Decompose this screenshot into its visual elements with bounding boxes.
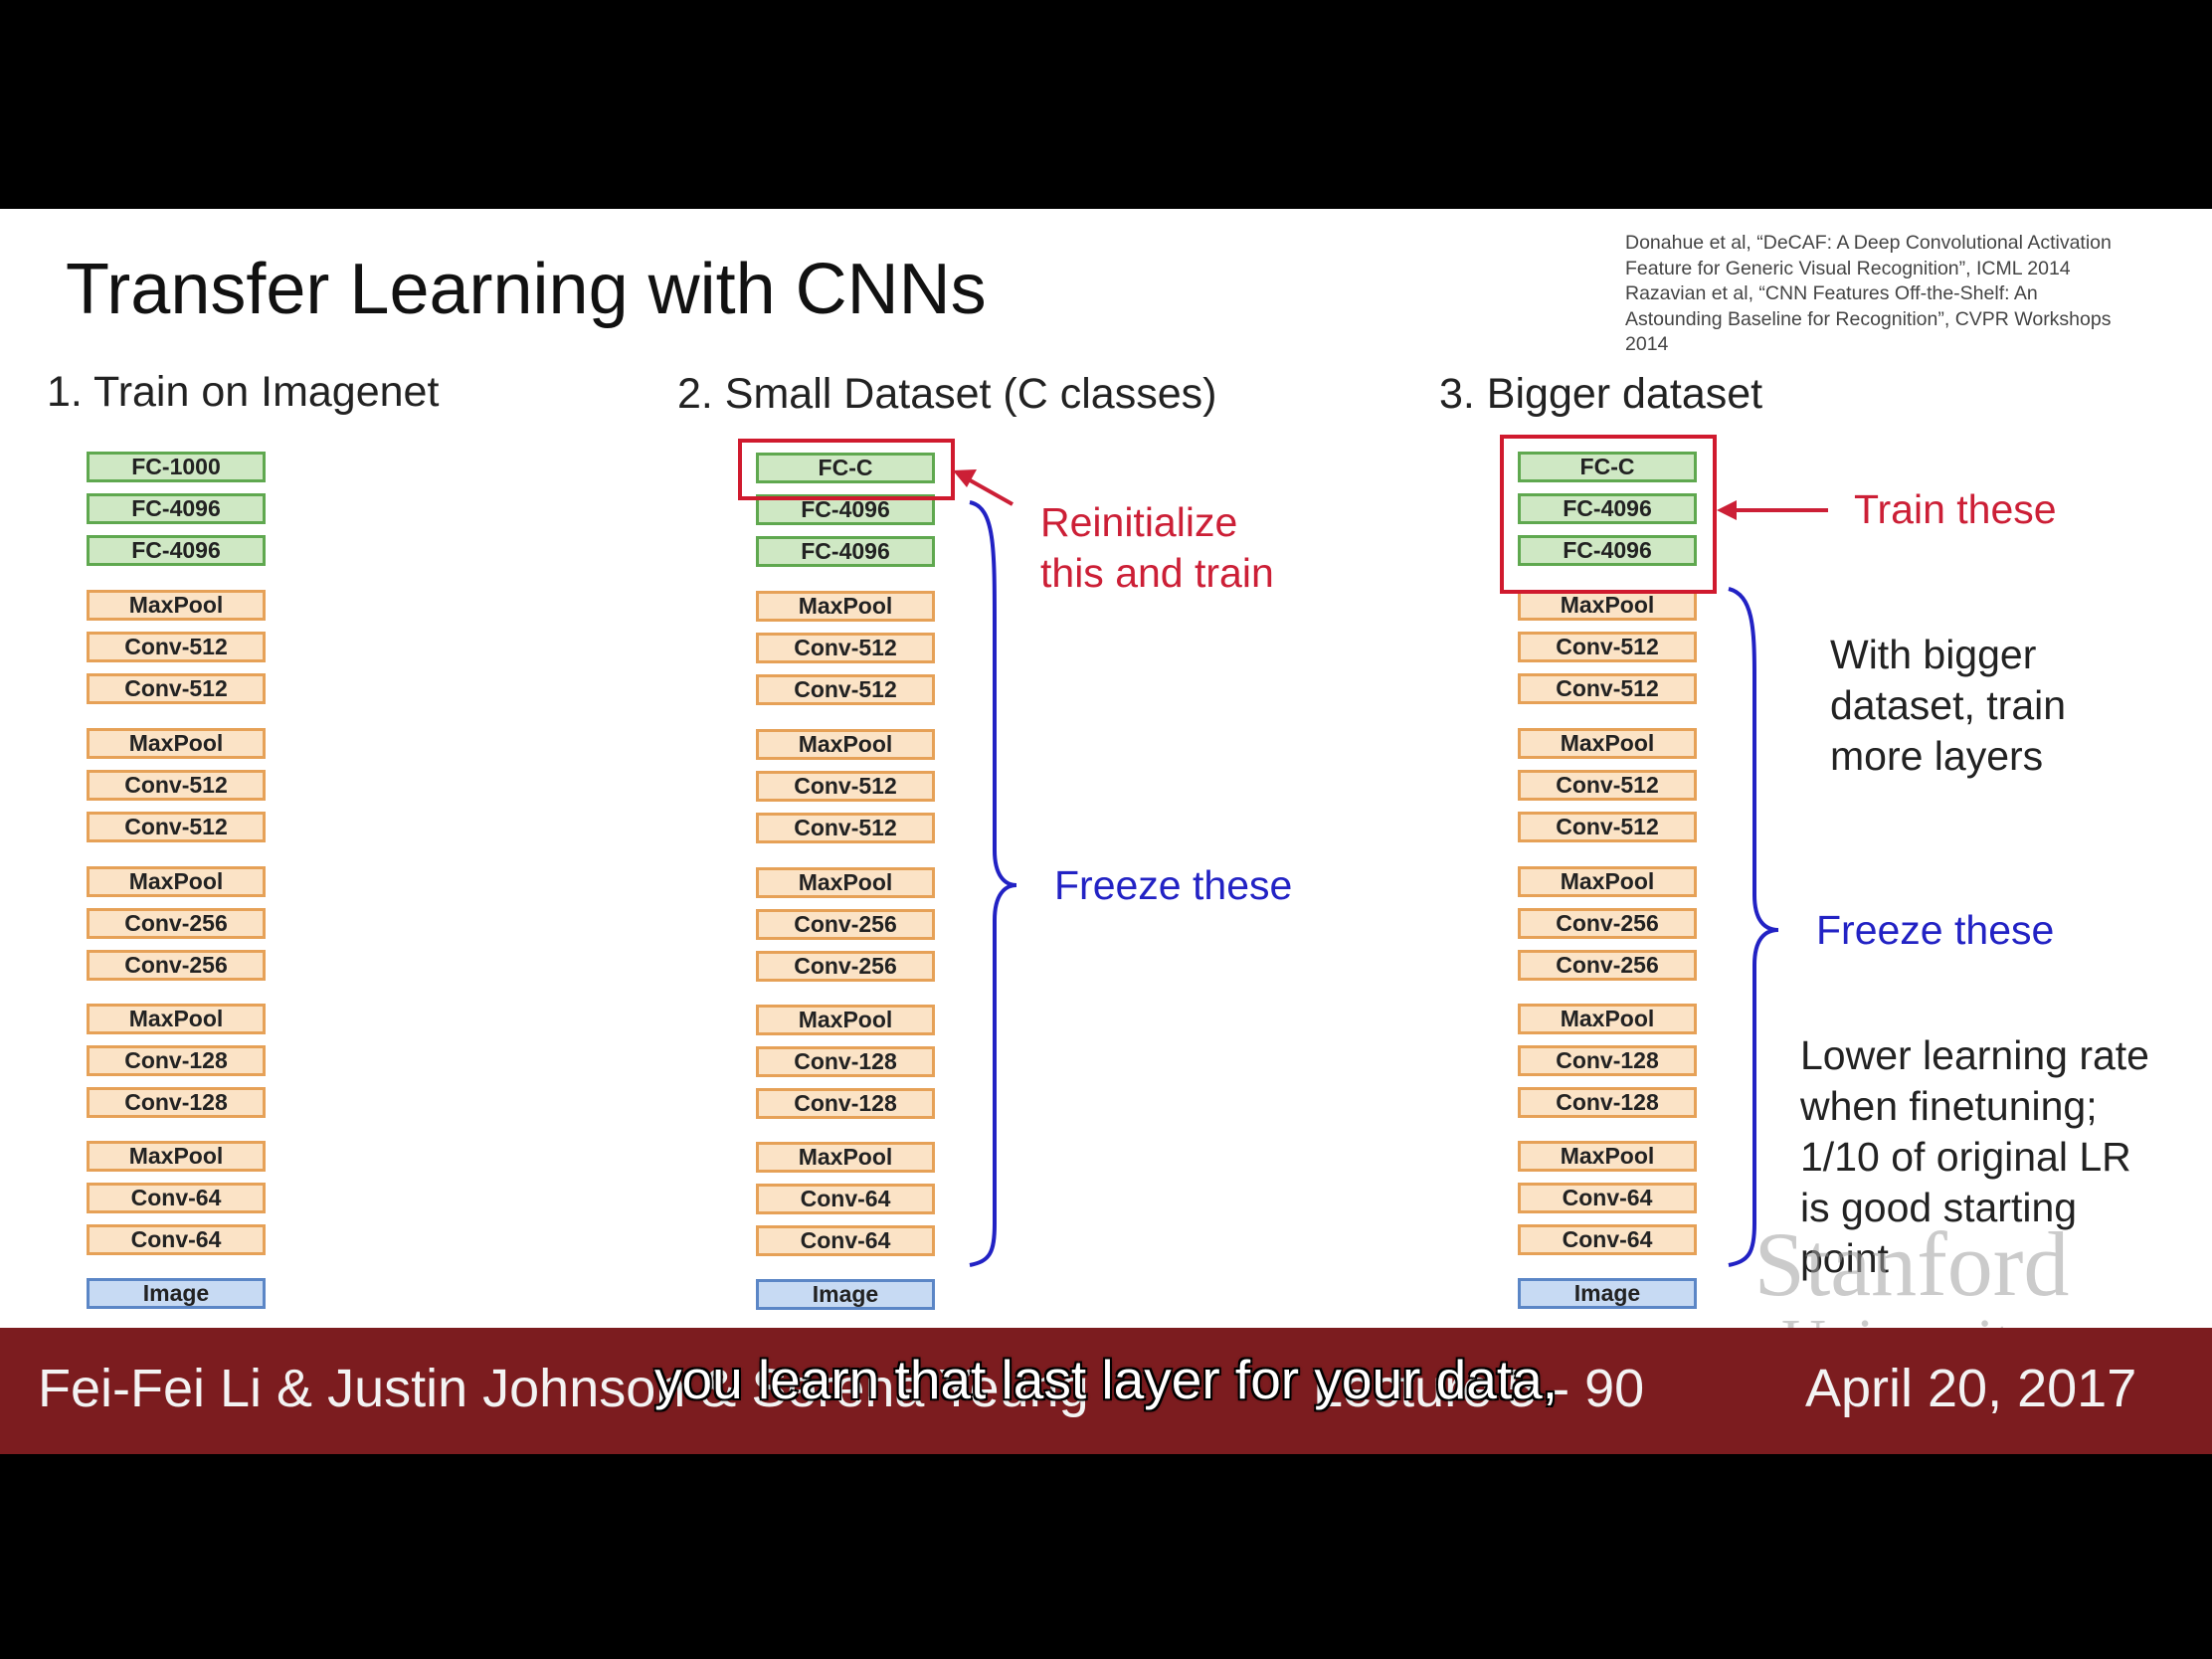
lr-note-line: 1/10 of original LR — [1800, 1134, 2131, 1180]
train-these-annotation: Train these — [1854, 486, 2057, 532]
freeze-brace-small-dataset — [969, 500, 1017, 1267]
freeze-annotation-small: Freeze these — [1054, 862, 1293, 908]
reinitialize-arrow — [953, 469, 1014, 506]
slide: Transfer Learning with CNNs Donahue et a… — [0, 209, 2212, 1374]
reinitialize-line-2: this and train — [1040, 550, 1274, 596]
reinitialize-annotation: Reinitialize this and train — [1040, 497, 1274, 599]
reinitialize-line-1: Reinitialize — [1040, 499, 1238, 545]
freeze-brace-bigger-dataset — [1728, 587, 1779, 1267]
bigger-note-line: With bigger — [1830, 632, 2037, 677]
bigger-note-line: dataset, train — [1830, 682, 2067, 728]
train-these-arrow — [1717, 500, 1828, 520]
bigger-dataset-note: With bigger dataset, train more layers — [1830, 630, 2066, 782]
watermark-line: Stanford — [1753, 1213, 2070, 1315]
lr-note-line: Lower learning rate — [1800, 1032, 2149, 1078]
freeze-annotation-bigger: Freeze these — [1816, 907, 2055, 953]
video-subtitle: you learn that last layer for your data, — [654, 1349, 1558, 1410]
lr-note-line: when finetuning; — [1800, 1083, 2098, 1129]
bigger-note-line: more layers — [1830, 733, 2044, 779]
